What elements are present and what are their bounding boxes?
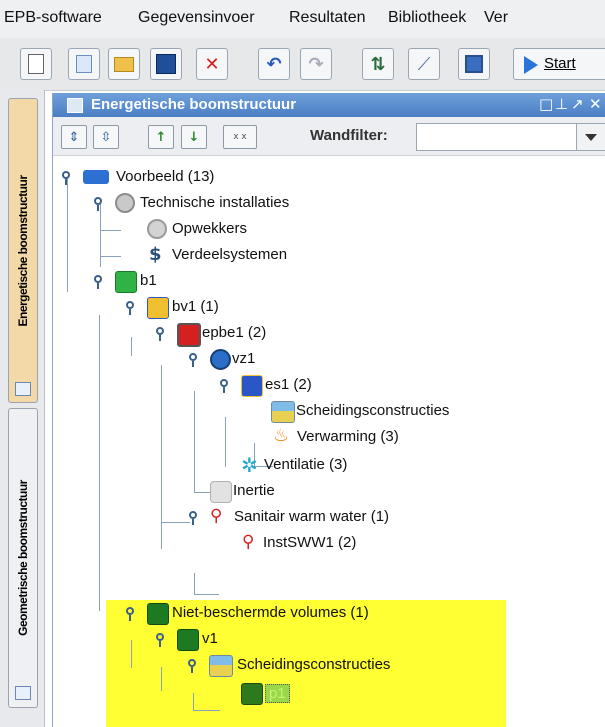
panel-title-bar: Energetische boomstructuur □ ⊥ ↗ ✕: [53, 93, 605, 117]
dollar-icon: $: [149, 244, 162, 265]
expand-toggle[interactable]: [125, 300, 139, 315]
expand-toggle[interactable]: [188, 510, 202, 525]
play-icon: [524, 56, 538, 74]
tree-node-label: Scheidingsconstructies: [296, 402, 450, 419]
frame-icon[interactable]: [458, 48, 490, 80]
wandfilter-select[interactable]: [416, 123, 605, 151]
expand-toggle[interactable]: [125, 606, 139, 621]
tree-node-label: Verwarming (3): [297, 428, 399, 445]
panel-icon: [241, 683, 263, 705]
new-icon[interactable]: [20, 48, 52, 80]
panel-icon: [67, 98, 83, 113]
start-label: Start: [544, 55, 576, 72]
pin-icon[interactable]: ⊥: [555, 95, 568, 113]
filter-toolbar: ⇕ ⇳ ↑ ↓ x x Wandfilter:: [53, 117, 605, 156]
wandfilter-label: Wandfilter:: [310, 127, 388, 144]
tree-node-label: InstSWW1 (2): [263, 534, 357, 551]
construction-icon: [271, 401, 295, 423]
tap-icon: ⚲: [210, 506, 223, 526]
tree-node-label: Voorbeeld (13): [116, 168, 215, 185]
expand-toggle[interactable]: [188, 352, 202, 367]
tree-node-label: vz1: [232, 350, 256, 367]
tap-icon: ⚲: [242, 532, 255, 552]
move-down-icon[interactable]: ↓: [181, 125, 207, 149]
open-folder-icon[interactable]: [108, 48, 140, 80]
panel-title: Energetische boomstructuur: [91, 96, 297, 113]
menu-ver[interactable]: Ver: [484, 9, 508, 27]
start-button[interactable]: Start: [513, 48, 605, 80]
flame-icon: ♨: [273, 425, 290, 446]
tree-node-label: Inertie: [233, 482, 275, 499]
menu-epb-software[interactable]: EPB-software: [4, 9, 102, 27]
zone-icon: [210, 349, 231, 370]
fan-icon: ✲: [241, 453, 258, 477]
tree-node-label: Verdeelsystemen: [172, 246, 288, 263]
expand-toggle[interactable]: [219, 378, 233, 393]
tree-node-label: Scheidingsconstructies: [237, 656, 391, 673]
tree-node-label: p1: [265, 684, 290, 703]
yellow-cube-icon: [147, 297, 169, 319]
tab-energetische-boomstructuur[interactable]: Energetische boomstructuur: [8, 98, 38, 403]
undo-icon[interactable]: ↶: [258, 48, 290, 80]
inertia-icon: [210, 481, 232, 503]
gears-icon: [115, 193, 135, 213]
tree-node-label: b1: [140, 272, 157, 289]
tree-node-label: Opwekkers: [172, 220, 248, 237]
redo-icon[interactable]: ↷: [300, 48, 332, 80]
expand-toggle[interactable]: [93, 274, 107, 289]
expand-toggle[interactable]: [187, 658, 201, 673]
tree-node-label: Technische installaties: [140, 194, 290, 211]
expand-toggle[interactable]: [155, 326, 169, 341]
tab-geometrische-label: Geometrische boomstructuur: [16, 480, 30, 636]
expand-toggle[interactable]: [61, 170, 75, 185]
people-icon: [83, 170, 109, 184]
tree-panel: Energetische boomstructuur □ ⊥ ↗ ✕ ⇕ ⇳ ↑…: [52, 93, 605, 727]
close-icon[interactable]: ✕: [589, 95, 602, 113]
menu-bibliotheek[interactable]: Bibliotheek: [388, 9, 466, 27]
side-tab-strip: Energetische boomstructuur Geometrische …: [0, 90, 45, 727]
tree-node-label: epbe1 (2): [202, 324, 267, 341]
save-icon[interactable]: [150, 48, 182, 80]
document-icon[interactable]: [68, 48, 100, 80]
expand-all-icon[interactable]: ⇕: [61, 125, 87, 149]
tree-node-label: Ventilatie (3): [264, 456, 348, 473]
minimize-icon[interactable]: □: [539, 95, 553, 113]
float-icon[interactable]: ↗: [571, 95, 584, 113]
tree-node-label: Niet-beschermde volumes (1): [172, 604, 369, 621]
move-up-icon[interactable]: ↑: [148, 125, 174, 149]
menu-resultaten[interactable]: Resultaten: [289, 9, 366, 27]
tab-energetische-label: Energetische boomstructuur: [16, 174, 30, 327]
chevron-down-icon[interactable]: [576, 124, 605, 150]
tree-node-label: v1: [202, 630, 218, 647]
tool-icon[interactable]: ⟋: [408, 48, 440, 80]
tree-node-label: bv1 (1): [172, 298, 219, 315]
refresh-icon[interactable]: ⇅: [362, 48, 394, 80]
field-icon[interactable]: x x: [223, 125, 257, 149]
dark-green-cube-icon: [177, 629, 199, 651]
menu-bar: EPB-software Gegevensinvoer Resultaten B…: [0, 0, 605, 38]
expand-toggle[interactable]: [155, 632, 169, 647]
delete-icon[interactable]: ✕: [196, 48, 228, 80]
panel-icon: [15, 686, 31, 700]
tab-geometrische-boomstructuur[interactable]: Geometrische boomstructuur: [8, 408, 38, 708]
energy-sector-icon: [241, 375, 263, 397]
construction-icon: [209, 655, 233, 677]
expand-toggle[interactable]: [93, 196, 107, 211]
gear-icon: [147, 219, 167, 239]
energy-tree: Voorbeeld (13) Technische installaties O…: [53, 155, 605, 727]
collapse-all-icon[interactable]: ⇳: [93, 125, 119, 149]
menu-gegevensinvoer[interactable]: Gegevensinvoer: [138, 9, 255, 27]
dark-green-cube-icon: [147, 603, 169, 625]
panel-icon: [15, 382, 31, 396]
green-cube-icon: [115, 271, 137, 293]
tree-node-label: es1 (2): [265, 376, 312, 393]
red-cube-icon: [177, 323, 201, 347]
tree-node-label: Sanitair warm water (1): [234, 508, 390, 525]
toolbar: ✕ ↶ ↷ ⇅ ⟋ Start: [0, 38, 605, 91]
